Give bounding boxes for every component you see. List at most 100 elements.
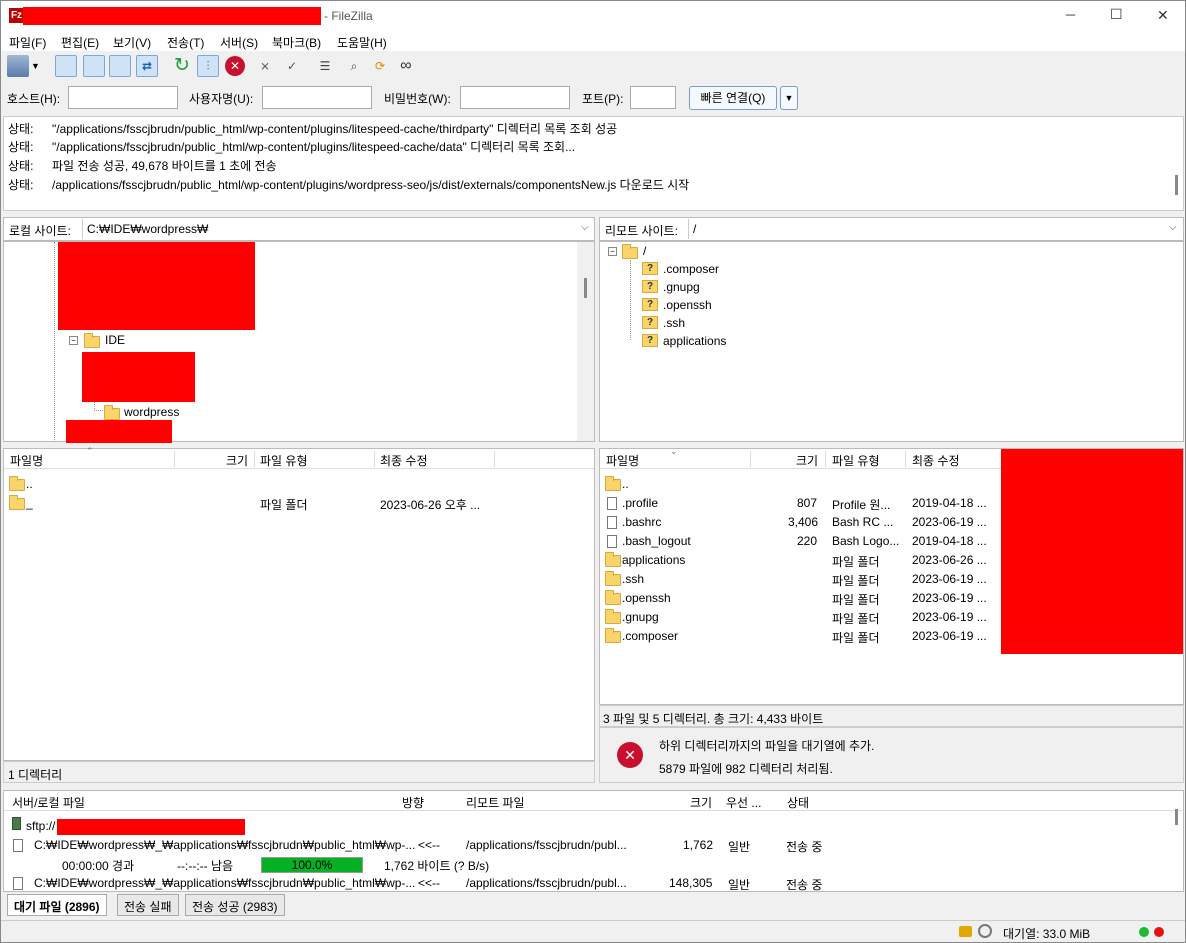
column-local-file[interactable]: 서버/로컬 파일 — [12, 794, 85, 811]
remote-site-bar: 리모트 사이트: / ⌵ — [599, 217, 1184, 241]
host-input[interactable] — [68, 86, 178, 109]
message-log-toggle-icon[interactable] — [55, 55, 77, 77]
local-path-input[interactable]: C:₩IDE₩wordpress₩ ⌵ — [82, 219, 594, 239]
remote-status-bar: 3 파일 및 5 디렉터리. 총 크기: 4,433 바이트 — [599, 705, 1184, 727]
table-row[interactable]: .. — [600, 475, 1000, 494]
reconnect-icon[interactable]: ✓ — [281, 55, 303, 77]
menu-file[interactable]: 파일(F) — [9, 34, 46, 51]
table-row[interactable]: .profile 807 Profile 원... 2019-04-18 ... — [600, 494, 1000, 513]
tree-item-applications[interactable]: applications — [663, 334, 726, 348]
close-button[interactable]: ✕ — [1157, 7, 1169, 24]
column-type[interactable]: 파일 유형 — [832, 452, 880, 469]
folder-icon — [9, 476, 25, 491]
column-direction[interactable]: 방향 — [402, 794, 424, 811]
table-row[interactable]: .bashrc 3,406 Bash RC ... 2023-06-19 ... — [600, 513, 1000, 532]
queue-size: 대기열: 33.0 MiB — [1003, 927, 1091, 941]
table-row[interactable]: .gnupg 파일 폴더 2023-06-19 ... — [600, 608, 1000, 627]
search-files-icon[interactable]: ∞ — [395, 55, 417, 77]
column-filename[interactable]: 파일명 — [606, 452, 639, 469]
column-size[interactable]: 크기 — [796, 452, 818, 469]
refresh-icon[interactable]: ↻ — [171, 55, 193, 77]
menu-bookmarks[interactable]: 북마크(B) — [272, 34, 321, 51]
tree-item-root[interactable]: / — [643, 244, 646, 258]
column-modified[interactable]: 최종 수정 — [380, 452, 428, 469]
queue-item[interactable]: C:₩IDE₩wordpress₩_₩applications₩fsscjbru… — [4, 874, 1174, 893]
table-row[interactable]: .openssh 파일 폴더 2023-06-19 ... — [600, 589, 1000, 608]
tree-item-ssh[interactable]: .ssh — [663, 316, 685, 330]
file-icon — [607, 497, 617, 510]
menu-help[interactable]: 도움말(H) — [337, 34, 387, 51]
toolbar: ▼ ⇄ ↻ ⫶ ✕ ⨯ ✓ ☰ ⌕ ⟳ ∞ — [1, 51, 1185, 81]
send-indicator-icon — [1154, 927, 1164, 937]
remaining-time: --:--:-- 남음 — [177, 859, 234, 873]
log-scrollbar[interactable] — [1175, 175, 1178, 195]
queue-tabs: 대기 파일 (2896) 전송 실패 전송 성공 (2983) — [7, 894, 407, 916]
column-remote-file[interactable]: 리모트 파일 — [466, 794, 525, 811]
remote-tree-toggle-icon[interactable] — [109, 55, 131, 77]
table-row[interactable]: .. — [4, 475, 594, 494]
remote-status-text: 3 파일 및 5 디렉터리. 총 크기: 4,433 바이트 — [603, 712, 824, 726]
quickconnect-button[interactable]: 빠른 연결(Q) — [689, 86, 777, 110]
column-priority[interactable]: 우선 ... — [726, 794, 761, 811]
column-status[interactable]: 상태 — [787, 794, 809, 811]
process-queue-icon[interactable]: ⫶ — [197, 55, 219, 77]
tree-item-openssh[interactable]: .openssh — [663, 298, 712, 312]
chevron-down-icon[interactable]: ⌵ — [1169, 222, 1177, 233]
tree-item-ide[interactable]: IDE — [105, 333, 125, 347]
folder-icon — [605, 590, 621, 605]
site-manager-icon[interactable] — [7, 55, 29, 77]
local-tree-toggle-icon[interactable] — [83, 55, 105, 77]
sync-browsing-icon[interactable]: ⟳ — [369, 55, 391, 77]
queue-item[interactable]: C:₩IDE₩wordpress₩_₩applications₩fsscjbru… — [4, 836, 1174, 855]
local-tree-scroll-thumb[interactable] — [584, 278, 587, 298]
speed-limit-icon[interactable] — [978, 924, 992, 938]
quickconnect-dropdown-button[interactable]: ▼ — [780, 86, 798, 110]
menu-view[interactable]: 보기(V) — [113, 34, 151, 51]
collapse-icon[interactable]: − — [608, 247, 617, 256]
remote-path-input[interactable]: / ⌵ — [688, 219, 1182, 239]
disconnect-icon[interactable]: ⨯ — [254, 55, 276, 77]
transfer-queue-toggle-icon[interactable]: ⇄ — [136, 55, 158, 77]
tree-item-composer[interactable]: .composer — [663, 262, 719, 276]
tab-successful-transfers[interactable]: 전송 성공 (2983) — [185, 894, 285, 916]
queue-server-row[interactable]: sftp:// — [4, 817, 1174, 836]
username-input[interactable] — [262, 86, 372, 109]
password-label: 비밀번호(W): — [384, 92, 451, 106]
tree-item-gnupg[interactable]: .gnupg — [663, 280, 700, 294]
password-input[interactable] — [460, 86, 570, 109]
maximize-button[interactable]: ☐ — [1110, 6, 1123, 23]
transfer-bytes: 1,762 바이트 (? B/s) — [384, 859, 490, 873]
chevron-down-icon[interactable]: ⌵ — [581, 222, 589, 233]
table-row[interactable]: .composer 파일 폴더 2023-06-19 ... — [600, 627, 1000, 646]
progress-label: 100.0% — [291, 858, 333, 872]
column-type[interactable]: 파일 유형 — [260, 452, 308, 469]
tab-queued-files[interactable]: 대기 파일 (2896) — [7, 894, 107, 916]
column-size[interactable]: 크기 — [690, 794, 712, 811]
menu-server[interactable]: 서버(S) — [220, 34, 258, 51]
directory-filter-icon[interactable]: ☰ — [314, 55, 336, 77]
notice-line-1: 하위 디렉터리까지의 파일을 대기열에 추가. — [659, 739, 875, 753]
column-modified[interactable]: 최종 수정 — [912, 452, 960, 469]
tab-failed-transfers[interactable]: 전송 실패 — [117, 894, 179, 916]
table-row[interactable]: .bash_logout 220 Bash Logo... 2019-04-18… — [600, 532, 1000, 551]
column-filename[interactable]: 파일명 — [10, 452, 43, 469]
table-row[interactable]: _ 파일 폴더 2023-06-26 오후 ... — [4, 494, 594, 513]
menu-transfer[interactable]: 전송(T) — [167, 34, 204, 51]
queue-scroll-thumb[interactable] — [1175, 809, 1178, 825]
table-row[interactable]: .ssh 파일 폴더 2023-06-19 ... — [600, 570, 1000, 589]
column-size[interactable]: 크기 — [226, 452, 248, 469]
table-row[interactable]: applications 파일 폴더 2023-06-26 ... — [600, 551, 1000, 570]
message-log: 상태: "/applications/fsscjbrudn/public_html… — [3, 116, 1184, 211]
menu-edit[interactable]: 편집(E) — [61, 34, 99, 51]
collapse-icon[interactable]: − — [69, 336, 78, 345]
cancel-icon[interactable]: ✕ — [225, 56, 245, 76]
error-icon: ✕ — [617, 742, 643, 768]
file-icon — [13, 839, 23, 852]
dropdown-arrow-icon[interactable]: ▼ — [31, 55, 43, 77]
minimize-button[interactable]: ─ — [1066, 7, 1075, 22]
queue-progress-row: 00:00:00 경과 --:--:-- 남음 100.0% 1,762 바이트… — [4, 855, 1174, 874]
local-tree-scrollbar[interactable] — [577, 242, 594, 441]
compare-directories-icon[interactable]: ⌕ — [343, 55, 365, 77]
tree-item-wordpress[interactable]: wordpress — [124, 405, 179, 419]
port-input[interactable] — [630, 86, 676, 109]
